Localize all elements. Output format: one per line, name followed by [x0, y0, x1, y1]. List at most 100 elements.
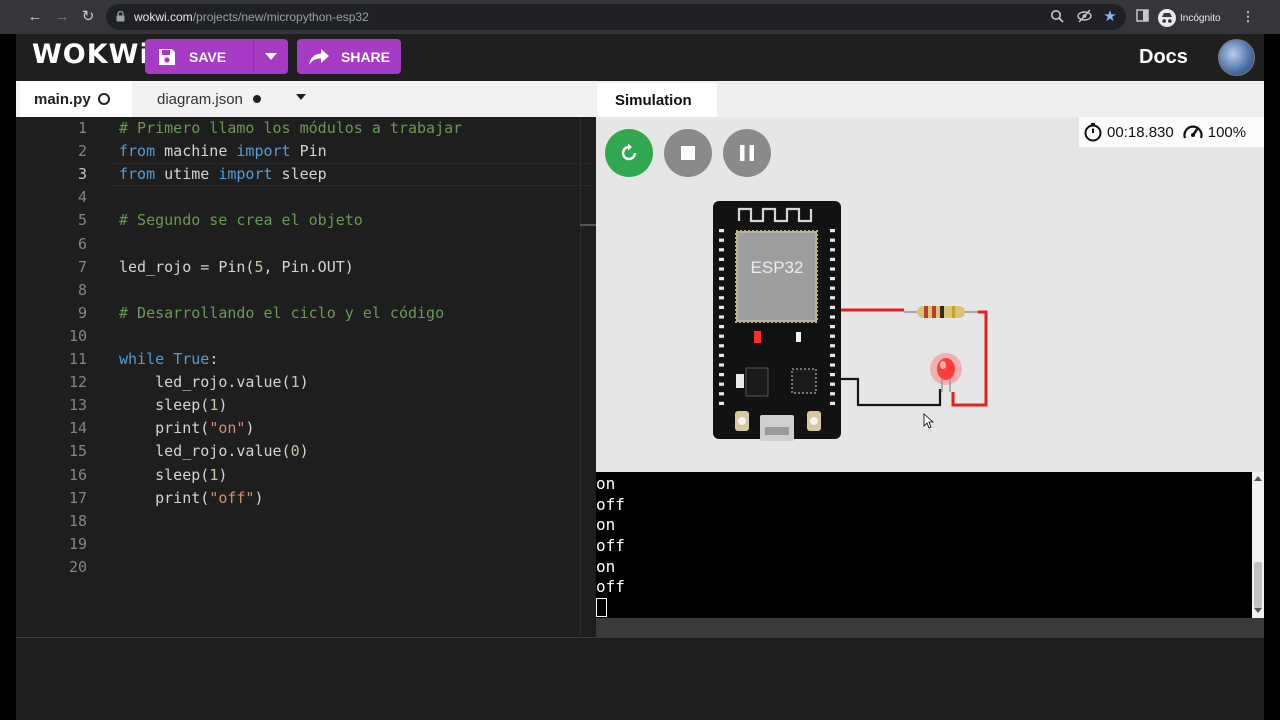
board-pin[interactable]: [830, 363, 835, 367]
tab-label: main.py: [34, 90, 91, 108]
code-line[interactable]: 18: [16, 510, 596, 533]
code-line[interactable]: 19: [16, 533, 596, 556]
scroll-down-icon[interactable]: [1254, 608, 1262, 613]
browser-menu-icon[interactable]: ⋮: [1240, 9, 1256, 25]
code-line[interactable]: 6: [16, 233, 596, 256]
code-line[interactable]: 5 # Segundo se crea el objeto: [16, 209, 596, 232]
code-line[interactable]: 20: [16, 556, 596, 579]
save-dropdown-button[interactable]: [254, 39, 288, 74]
tracking-protection-icon[interactable]: [1076, 9, 1092, 25]
board-pin[interactable]: [719, 229, 724, 233]
tab-main-py[interactable]: main.py: [20, 81, 132, 117]
board-pin[interactable]: [830, 286, 835, 290]
board-pin[interactable]: [719, 334, 724, 338]
board-pin[interactable]: [830, 267, 835, 271]
board-pin[interactable]: [830, 353, 835, 357]
docs-link[interactable]: Docs: [1139, 46, 1188, 69]
board-pin[interactable]: [830, 344, 835, 348]
code-line[interactable]: 16 sleep(1): [16, 464, 596, 487]
board-pin[interactable]: [719, 315, 724, 319]
reload-icon[interactable]: ↻: [79, 8, 97, 26]
code-line[interactable]: 7 led_rojo = Pin(5, Pin.OUT): [16, 256, 596, 279]
bookmark-star-icon[interactable]: ★: [1102, 9, 1118, 25]
board-pin[interactable]: [830, 248, 835, 252]
close-icon[interactable]: [97, 92, 111, 106]
simulation-canvas[interactable]: 00:18.830 100% ESP32: [596, 117, 1264, 472]
board-pin[interactable]: [830, 401, 835, 405]
board-pin[interactable]: [719, 382, 724, 386]
board-pin[interactable]: [719, 401, 724, 405]
board-pin[interactable]: [830, 392, 835, 396]
code-line[interactable]: 3 from utime import sleep: [16, 163, 596, 186]
tab-menu-chevron-icon[interactable]: [296, 94, 306, 100]
circuit-diagram: ESP32: [713, 201, 988, 441]
board-pin[interactable]: [830, 325, 835, 329]
editor-tabs: main.py diagram.json: [16, 81, 596, 117]
side-panel-icon[interactable]: [1134, 9, 1150, 25]
user-avatar[interactable]: [1218, 39, 1255, 76]
code-line[interactable]: 4: [16, 186, 596, 209]
share-button[interactable]: SHARE: [297, 39, 401, 74]
board-pin[interactable]: [830, 229, 835, 233]
incognito-indicator[interactable]: Incógnito: [1158, 9, 1221, 27]
code-line[interactable]: 15 led_rojo.value(0): [16, 440, 596, 463]
zoom-icon[interactable]: [1049, 9, 1065, 25]
code-line[interactable]: 17 print("off"): [16, 487, 596, 510]
tab-diagram-json[interactable]: diagram.json: [157, 81, 261, 117]
tab-simulation[interactable]: Simulation: [597, 83, 717, 117]
board-pin[interactable]: [719, 373, 724, 377]
code-line[interactable]: 11 while True:: [16, 348, 596, 371]
save-button-group: SAVE: [145, 39, 288, 74]
code-area[interactable]: 1 # Primero llamo los módulos a trabajar 2…: [16, 117, 596, 637]
board-pin[interactable]: [719, 353, 724, 357]
resistor[interactable]: [904, 306, 978, 318]
forward-icon[interactable]: →: [53, 8, 71, 26]
code-line[interactable]: 8: [16, 279, 596, 302]
board-pin[interactable]: [830, 277, 835, 281]
board-pin[interactable]: [719, 267, 724, 271]
code-line[interactable]: 13 sleep(1): [16, 394, 596, 417]
serial-monitor[interactable]: on off on off on off: [596, 472, 1264, 618]
board-pin[interactable]: [719, 238, 724, 242]
code-line[interactable]: 2 from machine import Pin: [16, 140, 596, 163]
wokwi-logo[interactable]: WOKWi: [32, 39, 150, 70]
board-pin[interactable]: [830, 305, 835, 309]
board-pin[interactable]: [719, 296, 724, 300]
line-number: 17: [68, 488, 87, 507]
board-pin[interactable]: [719, 277, 724, 281]
board-pin[interactable]: [719, 344, 724, 348]
board-pin[interactable]: [719, 248, 724, 252]
ground-wire[interactable]: [841, 377, 942, 407]
board-pin[interactable]: [830, 334, 835, 338]
board-pin[interactable]: [719, 257, 724, 261]
back-icon[interactable]: ←: [26, 8, 44, 26]
save-button[interactable]: SAVE: [145, 39, 253, 74]
board-pin[interactable]: [830, 315, 835, 319]
code-line[interactable]: 12 led_rojo.value(1): [16, 371, 596, 394]
esp32-board[interactable]: ESP32: [713, 201, 841, 441]
code-line[interactable]: 14 print("on"): [16, 417, 596, 440]
serial-input-cursor[interactable]: [596, 598, 607, 617]
unsaved-dot-icon: [252, 95, 261, 103]
board-pin[interactable]: [719, 286, 724, 290]
board-pin[interactable]: [719, 392, 724, 396]
serial-scroll-thumb[interactable]: [1254, 562, 1262, 608]
board-pin[interactable]: [719, 363, 724, 367]
line-number: 10: [68, 326, 87, 345]
code-line[interactable]: 10: [16, 325, 596, 348]
board-pin[interactable]: [830, 238, 835, 242]
code-text: led_rojo.value(1): [119, 373, 309, 392]
code-line[interactable]: 9 # Desarrollando el ciclo y el código: [16, 302, 596, 325]
frame-left: [0, 34, 16, 720]
board-pin[interactable]: [830, 257, 835, 261]
board-pin[interactable]: [830, 382, 835, 386]
red-led[interactable]: [930, 353, 962, 392]
board-pin[interactable]: [830, 296, 835, 300]
scroll-up-icon[interactable]: [1254, 476, 1262, 481]
address-bar[interactable]: wokwi.com/projects/new/micropython-esp32: [106, 4, 1126, 30]
page-bottom-area: [16, 637, 1264, 720]
board-pin[interactable]: [830, 373, 835, 377]
board-pin[interactable]: [719, 305, 724, 309]
code-line[interactable]: 1 # Primero llamo los módulos a trabajar: [16, 117, 596, 140]
board-pin[interactable]: [719, 325, 724, 329]
